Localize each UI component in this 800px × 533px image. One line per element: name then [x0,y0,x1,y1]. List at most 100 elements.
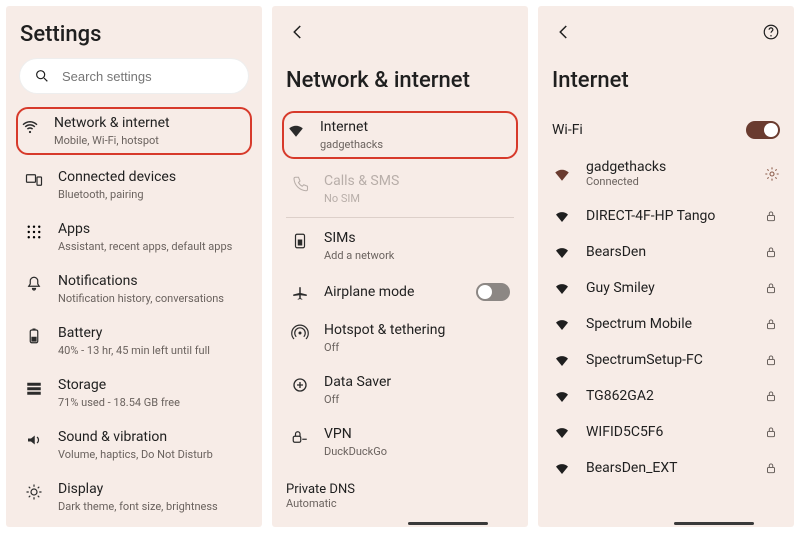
volume-icon [24,429,44,449]
connected-ssid: gadgethacks [586,159,666,175]
scroll-indicator [674,522,754,525]
wifi-icon [20,115,40,135]
settings-item-network-internet[interactable]: Network & internet Mobile, Wi-Fi, hotspo… [16,107,252,155]
page-title: Network & internet [286,68,514,93]
item-label: Sound & vibration [58,429,244,446]
item-label: Calls & SMS [324,173,510,190]
item-subtitle: gadgethacks [320,138,510,151]
network-item-calls-sms: Calls & SMS No SIM [286,163,514,215]
settings-item-storage[interactable]: Storage 71% used - 18.54 GB free [20,367,248,419]
wifi-ssid: BearsDen [586,244,646,260]
item-label: Hotspot & tethering [324,322,510,339]
settings-item-battery[interactable]: Battery 40% - 13 hr, 45 min left until f… [20,315,248,367]
wifi-ssid: DIRECT-4F-HP Tango [586,208,715,224]
item-subtitle: No SIM [324,192,510,205]
wifi-icon [552,424,572,440]
item-subtitle: Assistant, recent apps, default apps [58,240,244,253]
wifi-network[interactable]: BearsDen [552,234,780,270]
wifi-network[interactable]: SpectrumSetup-FC [552,342,780,378]
devices-icon [24,169,44,189]
wifi-icon [552,244,572,260]
network-item-internet[interactable]: Internet gadgethacks [282,111,518,159]
settings-list: Network & internet Mobile, Wi-Fi, hotspo… [20,107,248,523]
wifi-network[interactable]: Spectrum Mobile [552,306,780,342]
airplane-mode-toggle[interactable] [476,283,510,301]
search-bar[interactable] [20,59,248,93]
page-title: Settings [20,22,248,47]
wifi-ssid: SpectrumSetup-FC [586,352,703,368]
item-label: Display [58,481,244,498]
wifi-network[interactable]: BearsDen_EXT [552,450,780,486]
item-subtitle: 40% - 13 hr, 45 min left until full [58,344,244,357]
wifi-icon [552,460,572,476]
storage-icon [24,377,44,397]
battery-icon [24,325,44,345]
lock-icon [762,461,780,475]
back-button[interactable] [286,20,310,44]
apps-icon [24,221,44,241]
bell-icon [24,273,44,293]
network-item-data-saver[interactable]: Data Saver Off [286,364,514,416]
wifi-icon [552,388,572,404]
wifi-network[interactable]: Guy Smiley [552,270,780,306]
private-dns-value: Automatic [286,497,514,516]
item-label: Storage [58,377,244,394]
connected-network[interactable]: gadgethacks Connected [552,149,780,198]
lock-icon [762,353,780,367]
network-item-airplane-mode[interactable]: Airplane mode [286,272,514,312]
internet-pane: Internet Wi-Fi gadgethacks Connected [538,6,794,527]
item-subtitle: Off [324,341,510,354]
wifi-icon [552,208,572,224]
settings-item-connected-devices[interactable]: Connected devices Bluetooth, pairing [20,159,248,211]
network-item-sims[interactable]: SIMs Add a network [286,220,514,272]
wifi-ssid: Guy Smiley [586,280,655,296]
divider [286,217,514,218]
settings-item-apps[interactable]: Apps Assistant, recent apps, default app… [20,211,248,263]
item-label: Data Saver [324,374,510,391]
wifi-network[interactable]: TG862GA2 [552,378,780,414]
item-label: SIMs [324,230,510,247]
lock-icon [762,425,780,439]
phone-icon [290,173,310,193]
settings-item-notifications[interactable]: Notifications Notification history, conv… [20,263,248,315]
lock-icon [762,245,780,259]
item-label: Internet [320,119,510,136]
wifi-icon [552,280,572,296]
vpn-icon [290,426,310,446]
item-subtitle: 71% used - 18.54 GB free [58,396,244,409]
wifi-network[interactable]: WIFID5C5F6 [552,414,780,450]
wifi-toggle-row[interactable]: Wi-Fi [552,111,780,149]
lock-icon [762,389,780,403]
search-input[interactable] [60,68,240,85]
gear-icon[interactable] [764,166,780,182]
item-label: Battery [58,325,244,342]
wifi-network[interactable]: DIRECT-4F-HP Tango [552,198,780,234]
back-button[interactable] [552,20,576,44]
item-subtitle: Volume, haptics, Do Not Disturb [58,448,244,461]
network-internet-pane: Network & internet Internet gadgethacks … [272,6,528,527]
network-item-vpn[interactable]: VPN DuckDuckGo [286,416,514,468]
network-list: Internet gadgethacks Calls & SMS No SIM … [286,111,514,468]
connected-status: Connected [586,175,666,188]
network-item-hotspot-tethering[interactable]: Hotspot & tethering Off [286,312,514,364]
item-subtitle: Dark theme, font size, brightness [58,500,244,513]
help-icon[interactable] [762,23,780,41]
lock-icon [762,317,780,331]
settings-item-display[interactable]: Display Dark theme, font size, brightnes… [20,471,248,523]
wifi-fill-icon [286,119,306,139]
wifi-ssid: BearsDen_EXT [586,460,677,476]
wifi-label: Wi-Fi [552,122,583,138]
settings-item-sound-vibration[interactable]: Sound & vibration Volume, haptics, Do No… [20,419,248,471]
item-subtitle: DuckDuckGo [324,445,510,458]
page-title: Internet [552,68,780,93]
settings-pane: Settings Network & internet Mobile, Wi-F… [6,6,262,527]
private-dns[interactable]: Private DNS [286,472,514,497]
scroll-indicator [408,522,488,525]
wifi-ssid: TG862GA2 [586,388,654,404]
item-label: Notifications [58,273,244,290]
airplane-icon [290,282,310,302]
wifi-network-list: DIRECT-4F-HP Tango BearsDen Guy Smiley S… [552,198,780,486]
wifi-toggle[interactable] [746,121,780,139]
datasaver-icon [290,374,310,394]
item-subtitle: Add a network [324,249,510,262]
